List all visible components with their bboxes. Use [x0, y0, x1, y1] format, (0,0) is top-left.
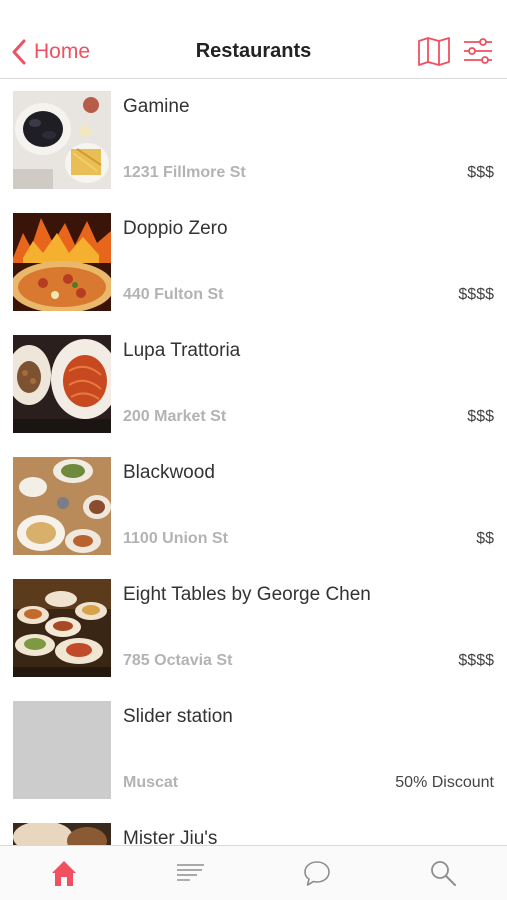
restaurant-name: Eight Tables by George Chen	[123, 584, 371, 605]
restaurant-photo	[13, 91, 111, 189]
restaurant-photo	[13, 823, 111, 845]
list-icon[interactable]	[175, 858, 205, 888]
restaurant-price: $$$$	[458, 652, 494, 669]
restaurant-address: 1100 Union St	[123, 530, 228, 547]
image-placeholder	[13, 701, 111, 799]
tab-bar	[0, 845, 507, 900]
list-item[interactable]: Lupa Trattoria 200 Market St $$$	[0, 324, 507, 446]
restaurant-name: Blackwood	[123, 462, 215, 483]
restaurant-name: Mister Jiu's	[123, 828, 218, 845]
restaurant-photo	[13, 457, 111, 555]
restaurant-list[interactable]: Gamine 1231 Fillmore St $$$ Doppio Zero …	[0, 80, 507, 845]
restaurant-address: 440 Fulton St	[123, 286, 224, 303]
list-item[interactable]: Gamine 1231 Fillmore St $$$	[0, 80, 507, 202]
list-item[interactable]: Blackwood 1100 Union St $$	[0, 446, 507, 568]
restaurant-address: 1231 Fillmore St	[123, 164, 246, 181]
restaurant-photo	[13, 335, 111, 433]
restaurant-name: Gamine	[123, 96, 190, 117]
restaurant-address: Muscat	[123, 774, 179, 791]
restaurant-photo	[13, 213, 111, 311]
navigation-bar: Home Restaurants	[0, 0, 507, 79]
restaurant-photo	[13, 579, 111, 677]
restaurant-price: $$$$	[458, 286, 494, 303]
restaurant-price: $$	[476, 530, 494, 547]
list-item[interactable]: Doppio Zero 440 Fulton St $$$$	[0, 202, 507, 324]
list-item[interactable]: Mister Jiu's	[0, 812, 507, 845]
restaurant-name: Slider station	[123, 706, 233, 727]
list-item[interactable]: Slider station Muscat 50% Discount	[0, 690, 507, 812]
filter-icon[interactable]	[461, 36, 495, 66]
restaurant-name: Doppio Zero	[123, 218, 228, 239]
restaurant-address: 200 Market St	[123, 408, 227, 425]
restaurant-price: $$$	[467, 408, 494, 425]
search-icon[interactable]	[428, 858, 458, 888]
restaurant-address: 785 Octavia St	[123, 652, 233, 669]
map-icon[interactable]	[417, 36, 451, 66]
restaurant-name: Lupa Trattoria	[123, 340, 241, 361]
chat-icon[interactable]	[302, 858, 332, 888]
home-icon[interactable]	[49, 858, 79, 888]
list-item[interactable]: Eight Tables by George Chen 785 Octavia …	[0, 568, 507, 690]
restaurant-discount: 50% Discount	[395, 774, 494, 791]
restaurant-price: $$$	[467, 164, 494, 181]
